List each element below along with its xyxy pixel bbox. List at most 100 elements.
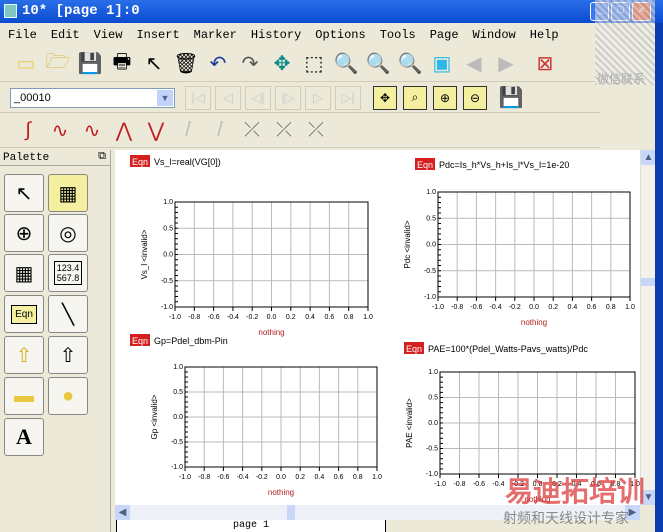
x-tick-label: 0.8 — [353, 474, 363, 481]
marker-valley-icon[interactable]: ∿ — [47, 118, 73, 144]
eqn-badge-label: Eqn — [406, 344, 422, 354]
eqn-badge-label: Eqn — [132, 336, 148, 346]
page-right-icon[interactable]: |▷ — [275, 85, 301, 110]
palette-title: Palette — [3, 152, 50, 164]
line-tool[interactable]: ╲ — [48, 295, 88, 333]
menu-view[interactable]: View — [86, 25, 129, 45]
page-prev-icon[interactable]: ◁ — [215, 85, 241, 110]
marker-wave-icon[interactable]: ∿ — [79, 118, 105, 144]
marker-curve-icon[interactable]: ∫ — [15, 118, 41, 144]
vscroll-thumb[interactable] — [641, 278, 656, 286]
save-icon[interactable]: 💾 — [77, 51, 103, 77]
x-tick-label: 0.6 — [587, 304, 597, 311]
hscroll-thumb[interactable] — [287, 505, 295, 520]
x-tick-label: -0.6 — [473, 481, 485, 488]
page-first-icon[interactable]: |◁ — [185, 85, 211, 110]
x-tick-label: -1.0 — [169, 314, 181, 321]
plot-zoom-in-icon[interactable]: ⊕ — [433, 85, 457, 110]
plot-zoom-out-icon[interactable]: ⊖ — [463, 85, 487, 110]
polar-plot-tool[interactable]: ⊕ — [4, 214, 44, 252]
main-toolbar: ▭ 🗁 💾 🖶 ↖ 🗑 ↶ ↷ ✥ ⬚ 🔍 🔍 🔍 ▣ ◀ ▶ ⊠ — [0, 46, 600, 82]
rectangle-tool[interactable]: ▬ — [4, 377, 44, 415]
delete-box-icon[interactable]: ⊠ — [532, 51, 558, 77]
polyline-tool[interactable]: ⇧ — [4, 336, 44, 374]
text-tool-label: A — [16, 424, 32, 449]
plot-move-icon[interactable]: ✥ — [373, 85, 397, 110]
y-tick-label: -1.0 — [424, 294, 436, 301]
scroll-up-icon[interactable]: ▲ — [641, 150, 656, 165]
y-tick-label: -1.0 — [426, 471, 438, 478]
zoom-out-icon[interactable]: 🔍 — [365, 51, 391, 77]
tab-page-1[interactable]: page 1 — [116, 520, 386, 532]
new-folder-icon[interactable]: ▭ — [13, 51, 39, 77]
prev-icon[interactable]: ◀ — [461, 51, 487, 77]
dataset-select[interactable]: _00010 ▼ — [10, 87, 175, 108]
plot-zoom-icon[interactable]: ⌕ — [403, 85, 427, 110]
x-tick-label: -0.4 — [237, 474, 249, 481]
menu-help[interactable]: Help — [522, 25, 565, 45]
plot-canvas[interactable]: Eqn Vs_l=real(VG[0]) -1.0 -0.8 -0.6 -0.4 -0.2 0… — [115, 150, 640, 505]
x-tick-label: -0.2 — [509, 304, 521, 311]
vertical-scrollbar[interactable]: ▲ ▼ — [640, 150, 656, 505]
menu-insert[interactable]: Insert — [128, 25, 185, 45]
menu-file[interactable]: File — [0, 25, 43, 45]
palette-panel: Palette ⧉ ↖ ▦ ⊕ ◎ ▦ 123.4 567.8 Eqn ╲ ⇧ ⇧… — [0, 150, 111, 532]
scroll-left-icon[interactable]: ◀ — [115, 505, 130, 520]
marker-delta-icon[interactable]: ⤫ — [239, 118, 265, 144]
menu-options[interactable]: Options — [307, 25, 371, 45]
menu-window[interactable]: Window — [465, 25, 522, 45]
next-icon[interactable]: ▶ — [493, 51, 519, 77]
marker-peak-icon[interactable]: ⋀ — [111, 118, 137, 144]
y-tick-label: -1.0 — [171, 464, 183, 471]
open-folder-icon[interactable]: 🗁 — [45, 51, 71, 77]
save-plot-icon[interactable]: 💾 — [498, 85, 524, 111]
marker-delta3-icon[interactable]: ⤫ — [303, 118, 329, 144]
list-tool[interactable]: ▦ — [4, 254, 44, 292]
table-tool[interactable]: 123.4 567.8 — [48, 254, 88, 292]
trash-icon[interactable]: 🗑 — [173, 51, 199, 77]
zoom-in-icon[interactable]: 🔍 — [333, 51, 359, 77]
chevron-down-icon[interactable]: ▼ — [157, 89, 173, 106]
y-tick-label: 0.0 — [173, 414, 183, 421]
brand-watermark: 易迪拓培训 — [505, 475, 646, 508]
redo-icon[interactable]: ↷ — [237, 51, 263, 77]
marker-disabled2-icon[interactable]: / — [207, 118, 233, 144]
y-axis-label: Pdc <invalid> — [403, 220, 412, 268]
x-tick-label: -0.6 — [470, 304, 482, 311]
zoom-area-icon[interactable]: ⬚ — [301, 51, 327, 77]
menu-page[interactable]: Page — [422, 25, 465, 45]
page-left-icon[interactable]: ◁| — [245, 85, 271, 110]
text-tool[interactable]: A — [4, 418, 44, 456]
page-last-icon[interactable]: ▷| — [335, 85, 361, 110]
x-tick-label: 0.4 — [305, 314, 315, 321]
view-all-icon[interactable]: ▣ — [429, 51, 455, 77]
move-icon[interactable]: ✥ — [269, 51, 295, 77]
page-next-icon[interactable]: ▷ — [305, 85, 331, 110]
x-tick-label: -0.8 — [188, 314, 200, 321]
ellipse-tool[interactable]: ● — [48, 377, 88, 415]
zoom-reset-icon[interactable]: 🔍 — [397, 51, 423, 77]
marker-min-icon[interactable]: ⋁ — [143, 118, 169, 144]
menu-tools[interactable]: Tools — [372, 25, 422, 45]
equation-tool[interactable]: Eqn — [4, 295, 44, 333]
marker-disabled-icon[interactable]: / — [175, 118, 201, 144]
rect-plot-tool[interactable]: ▦ — [48, 174, 88, 212]
x-axis-label: nothing — [521, 318, 547, 327]
eqn-badge-label: Eqn — [417, 160, 433, 170]
undock-icon[interactable]: ⧉ — [98, 151, 106, 163]
x-tick-label: -1.0 — [179, 474, 191, 481]
polygon-tool[interactable]: ⇧ — [48, 336, 88, 374]
menu-edit[interactable]: Edit — [43, 25, 86, 45]
x-tick-label: 1.0 — [372, 474, 382, 481]
smith-chart-tool[interactable]: ◎ — [48, 214, 88, 252]
select-tool[interactable]: ↖ — [4, 174, 44, 212]
menu-marker[interactable]: Marker — [186, 25, 243, 45]
x-tick-label: -0.6 — [208, 314, 220, 321]
select-arrow-icon[interactable]: ↖ — [141, 51, 167, 77]
y-tick-label: -0.5 — [161, 278, 173, 285]
marker-delta2-icon[interactable]: ⤫ — [271, 118, 297, 144]
window-border — [655, 23, 663, 532]
menu-history[interactable]: History — [243, 25, 307, 45]
undo-icon[interactable]: ↶ — [205, 51, 231, 77]
print-icon[interactable]: 🖶 — [109, 51, 135, 77]
